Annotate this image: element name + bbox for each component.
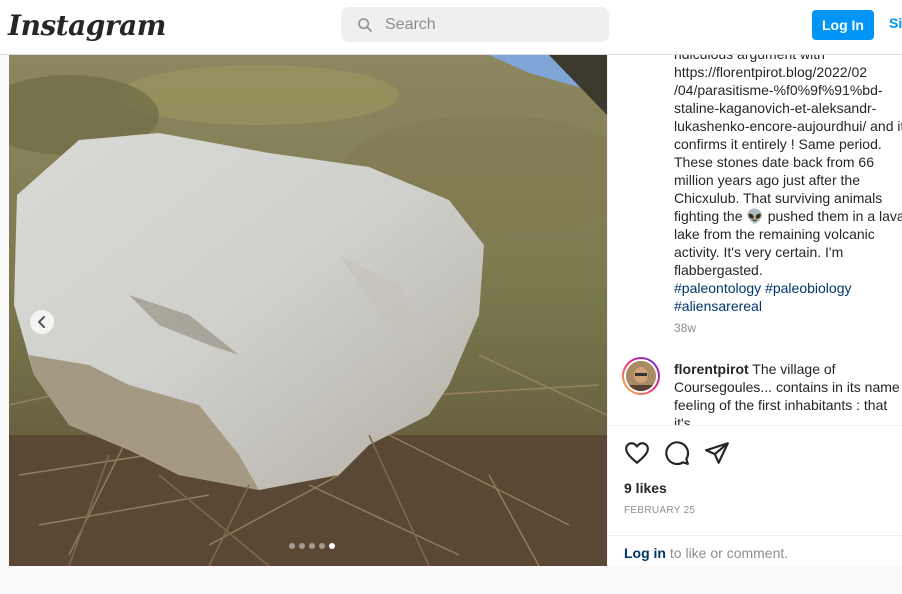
login-button[interactable]: Log In (812, 10, 874, 40)
comment-icon[interactable] (664, 440, 690, 466)
caption-line: lukashenko-encore-aujourdhui/ and it (674, 118, 902, 134)
hashtag-link[interactable]: #paleontology (674, 280, 761, 296)
caption-line: Chicxulub. That surviving animals (674, 190, 883, 206)
comment-username[interactable]: florentpirot (674, 361, 749, 377)
hashtag-link[interactable]: #aliensarereal (674, 297, 902, 315)
hashtag-link[interactable]: #paleobiology (765, 280, 851, 296)
search-box[interactable] (341, 7, 609, 42)
comment: florentpirot The village of Coursegoules… (674, 360, 902, 425)
comments-scroll-area[interactable]: ridiculous argument with https://florent… (608, 55, 902, 425)
carousel-dot (299, 543, 305, 549)
login-prompt-text: to like or comment. (666, 545, 789, 561)
caption-line: million years ago just after the (674, 172, 860, 188)
carousel-indicator (289, 543, 335, 549)
post-caption: ridiculous argument with https://florent… (674, 55, 902, 315)
post-actions: 9 likes FEBRUARY 25 Log in to like or co… (608, 425, 902, 567)
caption-line: ridiculous argument with (674, 55, 902, 63)
likes-count[interactable]: 9 likes (624, 480, 667, 496)
post-image[interactable] (9, 55, 607, 566)
caption-text: fighting the (674, 208, 743, 224)
top-navigation-bar: Instagram Log In Sign Up (0, 0, 902, 55)
caption-line: fighting the 👽 pushed them in a lava (674, 207, 902, 225)
caption-line: These stones date back from 66 (674, 154, 874, 170)
caption-line: lake from the remaining volcanic (674, 226, 875, 242)
profile-face (626, 361, 656, 391)
comment-text: feeling of the first inhabitants : that … (674, 397, 888, 425)
signup-link[interactable]: Sign Up (889, 15, 902, 31)
caption-timestamp[interactable]: 38w (674, 321, 696, 335)
caption-line: activity. It's very certain. I'm (674, 244, 844, 260)
alien-emoji: 👽 (746, 208, 764, 224)
carousel-dot (309, 543, 315, 549)
page-footer-area (0, 566, 902, 594)
caption-line: https://florentpirot.blog/2022/02 (674, 64, 868, 80)
post-date[interactable]: FEBRUARY 25 (624, 505, 695, 516)
instagram-logo[interactable]: Instagram (8, 9, 166, 42)
login-to-comment-bar: Log in to like or comment. (608, 535, 902, 568)
search-icon (358, 18, 372, 32)
carousel-dot (289, 543, 295, 549)
caption-line: staline-kaganovich-et-aleksandr- (674, 100, 877, 116)
carousel-dot (319, 543, 325, 549)
caption-line: flabbergasted. (674, 262, 763, 278)
caption-line: confirms it entirely ! Same period. (674, 136, 882, 152)
share-icon[interactable] (704, 440, 730, 466)
post-side-panel: ridiculous argument with https://florent… (607, 55, 902, 567)
login-prompt: Log in to like or comment. (624, 545, 788, 561)
comment-text: Coursegoules... contains in its name (674, 379, 900, 395)
caption-line: /04/parasitisme-%f0%9f%91%bd- (674, 82, 883, 98)
carousel-dot-active (329, 543, 335, 549)
login-link[interactable]: Log in (624, 545, 666, 561)
comment-text: The village of (752, 361, 836, 377)
chevron-left-icon (38, 316, 45, 328)
heart-icon[interactable] (624, 440, 650, 466)
caption-text: pushed them in a lava (767, 208, 902, 224)
search-input[interactable] (385, 7, 595, 42)
avatar[interactable] (622, 357, 660, 395)
profile-picture (626, 361, 656, 391)
boulder-photo (9, 55, 607, 566)
carousel-previous-button[interactable] (30, 310, 54, 334)
